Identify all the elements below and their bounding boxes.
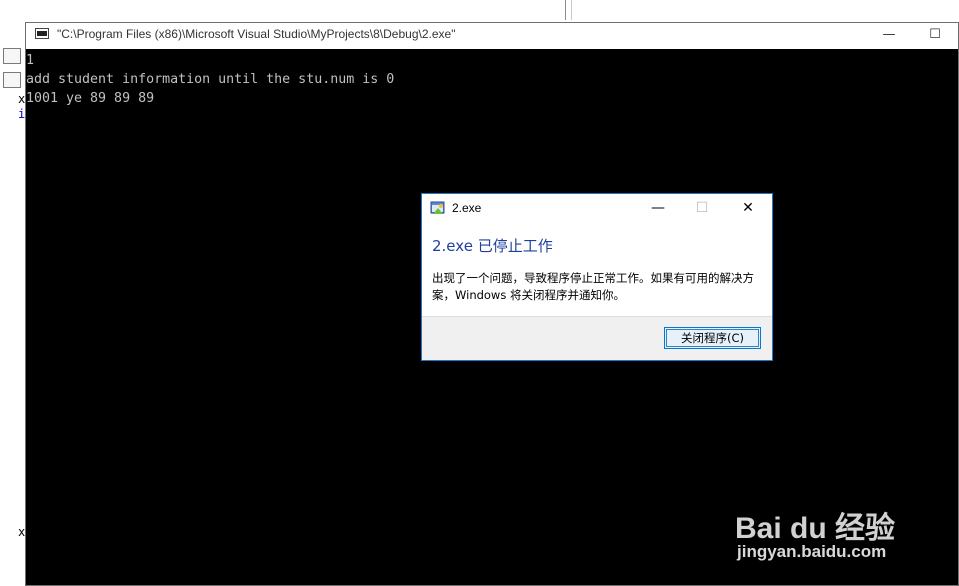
console-minimize-button[interactable]: —: [866, 23, 912, 49]
console-app-icon: [35, 28, 49, 39]
dialog-title: 2.exe: [452, 201, 482, 215]
console-line: add student information until the stu.nu…: [26, 72, 395, 87]
background-divider: [565, 0, 566, 20]
console-titlebar[interactable]: "C:\Program Files (x86)\Microsoft Visual…: [26, 23, 958, 49]
dialog-minimize-button[interactable]: —: [636, 194, 680, 222]
dialog-maximize-button: ☐: [695, 200, 709, 216]
dialog-message: 出现了一个问题，导致程序停止正常工作。如果有可用的解决方案，Windows 将关…: [432, 271, 754, 302]
console-line: 1: [26, 53, 35, 68]
dialog-heading: 2.exe 已停止工作: [432, 237, 553, 255]
dialog-close-icon[interactable]: ✕: [726, 194, 770, 222]
app-icon: [430, 201, 445, 214]
dialog-titlebar[interactable]: 2.exe — ☐ ✕: [422, 194, 772, 224]
console-line: 1001 ye 89 89 89: [26, 91, 155, 106]
console-title: "C:\Program Files (x86)\Microsoft Visual…: [57, 27, 456, 41]
toolbar-icon[interactable]: [3, 72, 21, 88]
close-program-button[interactable]: 关闭程序(C): [664, 327, 761, 349]
background-ide-strip: [0, 0, 959, 22]
background-ide-gutter: x i x: [0, 22, 26, 586]
error-dialog: 2.exe — ☐ ✕ 2.exe 已停止工作 出现了一个问题，导致程序停止正常…: [421, 193, 773, 361]
watermark: Bai du 经验 jingyan.baidu.com: [735, 485, 950, 570]
watermark-logo: Bai du 经验: [735, 512, 896, 545]
watermark-url: jingyan.baidu.com: [737, 542, 887, 561]
document-icon[interactable]: [3, 48, 21, 64]
console-maximize-button[interactable]: ☐: [912, 23, 958, 49]
background-divider: [571, 0, 572, 20]
dialog-footer: 关闭程序(C): [422, 316, 772, 360]
